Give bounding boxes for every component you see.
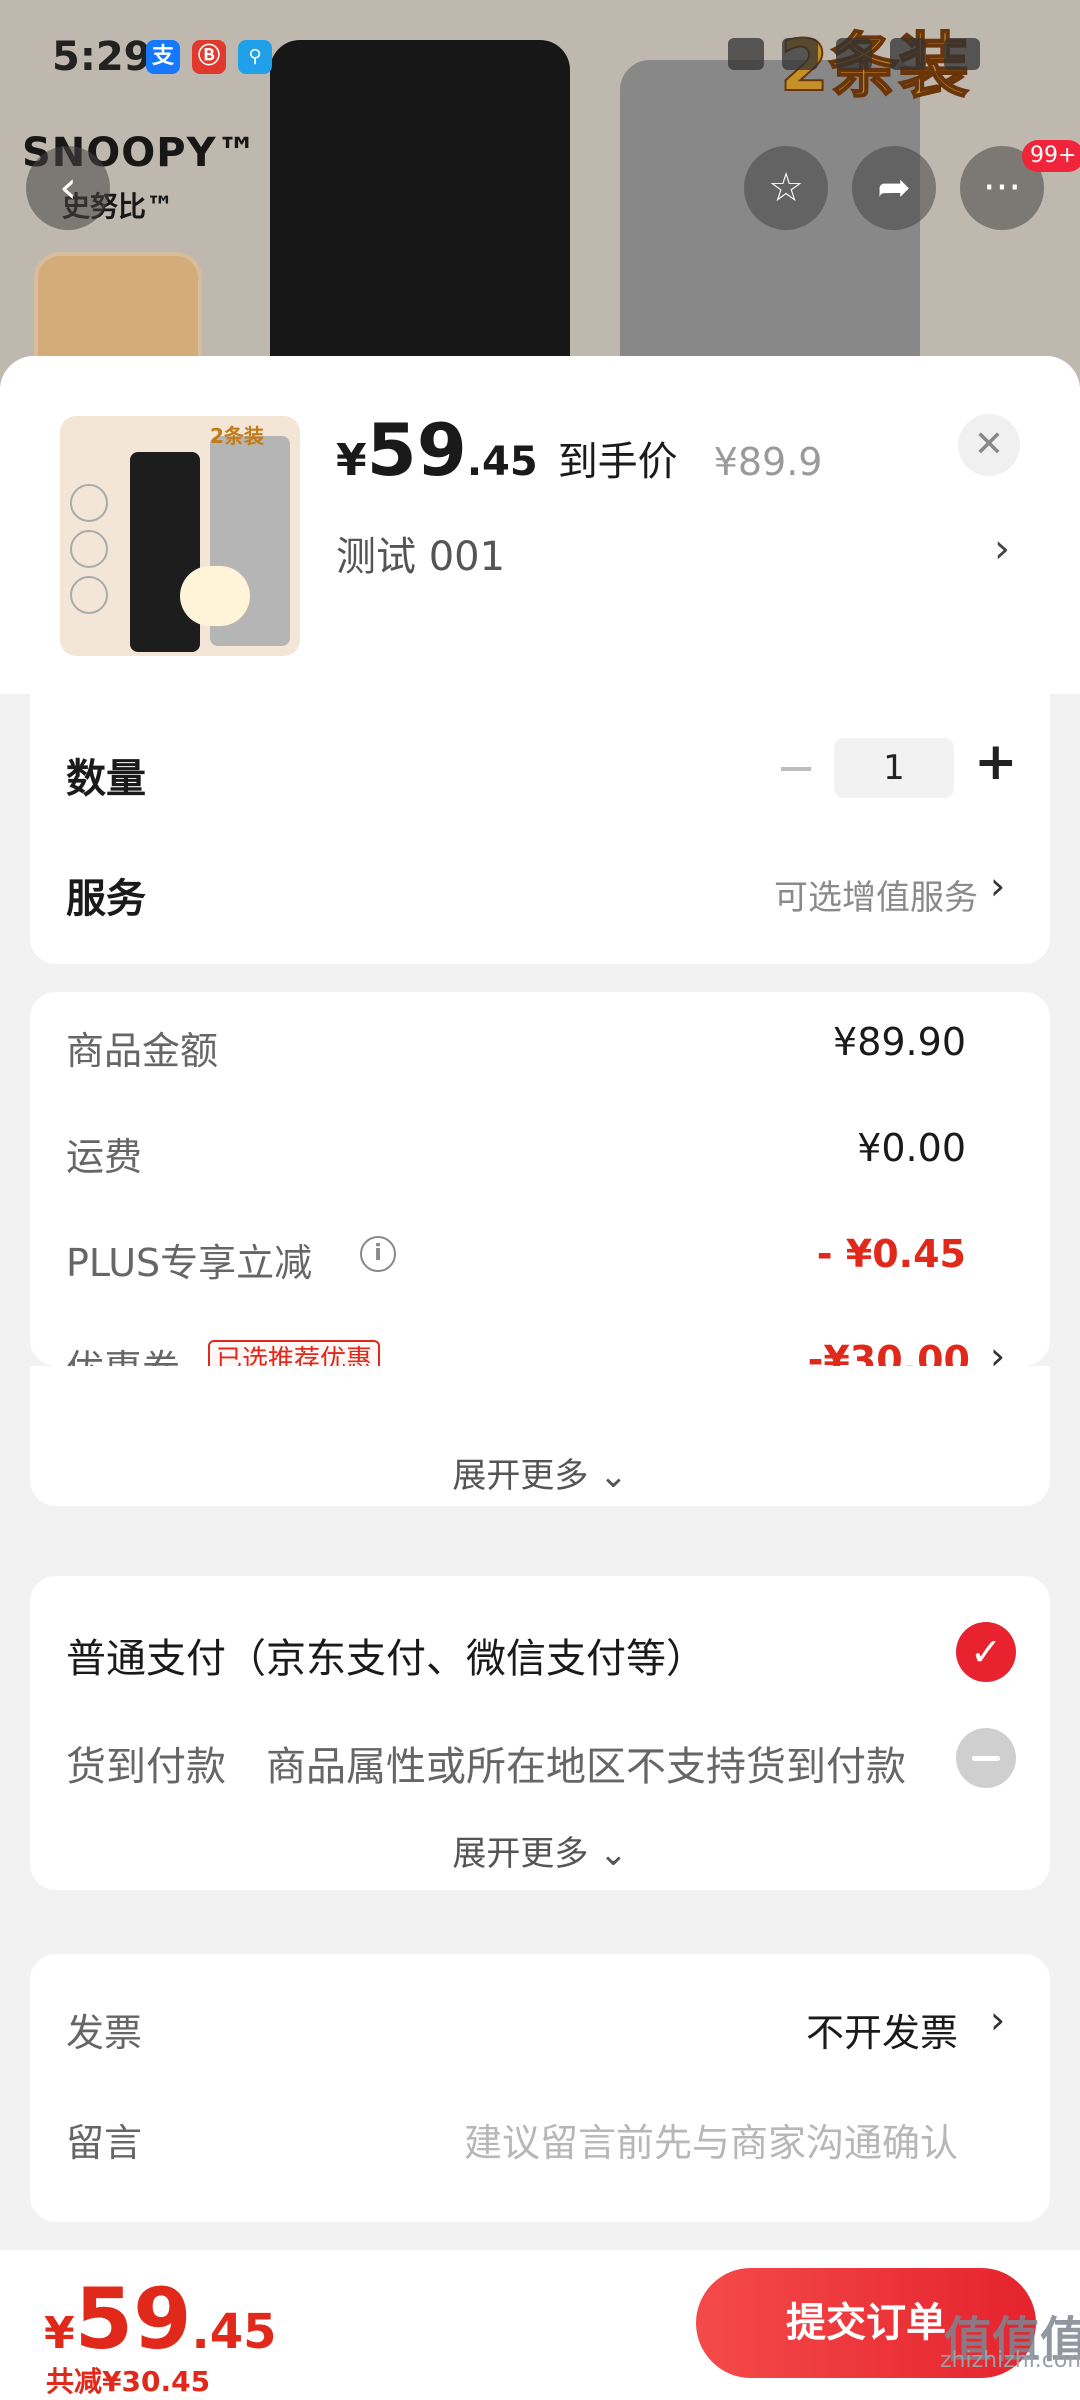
quantity-service-card: 数量 − 1 + 服务 可选增值服务 › xyxy=(30,694,1050,964)
payment-normal-label[interactable]: 普通支付（京东支付、微信支付等） xyxy=(66,1626,706,1684)
product-thumbnail[interactable]: 2条装 xyxy=(60,416,300,656)
chevron-right-icon[interactable]: › xyxy=(990,864,1005,908)
quantity-label: 数量 xyxy=(66,756,146,802)
invoice-message-card: 发票 不开发票 › 留言 建议留言前先与商家沟通确认 xyxy=(30,1954,1050,2222)
alarm-icon xyxy=(782,38,818,70)
cod-note: 商品属性或所在地区不支持货到付款 xyxy=(266,1744,906,1790)
expand-label: 展开更多 xyxy=(452,1456,589,1496)
order-sheet: 2条装 ¥ 59 .45 到手价 ¥89.9 ✕ 测试 001 › 数量 − 1… xyxy=(0,356,1080,2400)
quantity-input[interactable]: 1 xyxy=(834,738,954,798)
favorite-star-icon[interactable]: ☆ xyxy=(744,146,828,230)
total-decimal: .45 xyxy=(191,2304,277,2360)
plus-discount-label: PLUS专享立减 xyxy=(66,1241,313,1285)
alipay-icon: 支 xyxy=(146,40,180,74)
status-time: 5:29 xyxy=(52,34,152,80)
plus-discount-value: - ¥0.45 xyxy=(816,1232,966,1276)
message-label: 留言 xyxy=(66,2121,143,2165)
notification-badge: 99+ xyxy=(1022,140,1080,172)
service-label: 服务 xyxy=(66,876,146,922)
eye-icon xyxy=(728,38,764,70)
signal-icon xyxy=(890,38,926,70)
message-input[interactable]: 建议留言前先与商家沟通确认 xyxy=(464,2112,958,2167)
close-icon[interactable]: ✕ xyxy=(958,414,1020,476)
total-saved: 共减¥30.45 xyxy=(46,2365,211,2398)
expand-label: 展开更多 xyxy=(452,1834,589,1874)
watermark-url: zhizhizhi.com xyxy=(940,2348,1080,2373)
payment-card: 普通支付（京东支付、微信支付等） ✓ 货到付款 商品属性或所在地区不支持货到付款… xyxy=(30,1576,1050,1890)
payment-expand-button[interactable]: 展开更多 ⌄ xyxy=(30,1826,1050,1875)
chevron-right-icon[interactable]: › xyxy=(994,526,1010,572)
status-indicators xyxy=(728,38,980,70)
shipping-label: 运费 xyxy=(66,1135,143,1179)
price-decimal: .45 xyxy=(466,439,538,485)
checkout-screen: SNOOPY™ 史努比™ 2条装 5:29 支 Ⓑ ⚲ ‹ ☆ ➦ ··· 99… xyxy=(0,0,1080,2400)
selected-spec[interactable]: 测试 001 xyxy=(336,524,505,582)
thumb-fleece xyxy=(180,566,250,626)
battery-icon xyxy=(944,38,980,70)
chevron-down-icon: ⌄ xyxy=(599,1834,628,1874)
checkmark-icon[interactable]: ✓ xyxy=(956,1622,1016,1682)
back-icon[interactable]: ‹ xyxy=(26,146,110,230)
total-symbol: ¥ xyxy=(44,2308,75,2359)
chevron-down-icon: ⌄ xyxy=(599,1456,628,1496)
thumb-pack-tag: 2条装 xyxy=(210,424,264,448)
price-row: ¥ 59 .45 到手价 ¥89.9 xyxy=(336,408,822,492)
chevron-right-icon[interactable]: › xyxy=(990,1998,1005,2042)
disabled-radio-icon xyxy=(956,1728,1016,1788)
quantity-decrease-button[interactable]: − xyxy=(776,740,816,796)
total-price: ¥ 59 .45 xyxy=(44,2270,277,2368)
search-app-icon: ⚲ xyxy=(238,40,272,74)
product-header: 2条装 ¥ 59 .45 到手价 ¥89.9 ✕ 测试 001 › xyxy=(0,356,1080,694)
service-value[interactable]: 可选增值服务 xyxy=(774,870,978,919)
bottom-action-bar: ¥ 59 .45 共减¥30.45 提交订单 xyxy=(0,2250,1080,2400)
summary-expand-button[interactable]: 展开更多 ⌄ xyxy=(30,1448,1050,1497)
price-label: 到手价 xyxy=(557,439,678,485)
bank-icon: Ⓑ xyxy=(192,40,226,74)
thumb-black-pants xyxy=(130,452,200,652)
price-summary-card: 商品金额 ¥89.90 运费 ¥0.00 PLUS专享立减 i - ¥0.45 … xyxy=(30,992,1050,1391)
total-integer: 59 xyxy=(74,2270,192,2368)
invoice-label: 发票 xyxy=(66,2011,143,2055)
price-integer: 59 xyxy=(366,408,467,492)
wifi-icon xyxy=(836,38,872,70)
share-icon[interactable]: ➦ xyxy=(852,146,936,230)
goods-amount-value: ¥89.90 xyxy=(833,1020,966,1064)
feature-icons xyxy=(70,476,114,646)
original-price: ¥89.9 xyxy=(713,440,823,484)
status-bar: 5:29 支 Ⓑ ⚲ xyxy=(0,0,1080,110)
goods-amount-label: 商品金额 xyxy=(66,1029,219,1073)
quantity-increase-button[interactable]: + xyxy=(974,732,1018,792)
cod-label: 货到付款 xyxy=(66,1744,226,1790)
shipping-value: ¥0.00 xyxy=(857,1126,966,1170)
invoice-value[interactable]: 不开发票 xyxy=(806,2002,958,2057)
info-icon[interactable]: i xyxy=(360,1236,396,1272)
price-symbol: ¥ xyxy=(336,435,367,486)
